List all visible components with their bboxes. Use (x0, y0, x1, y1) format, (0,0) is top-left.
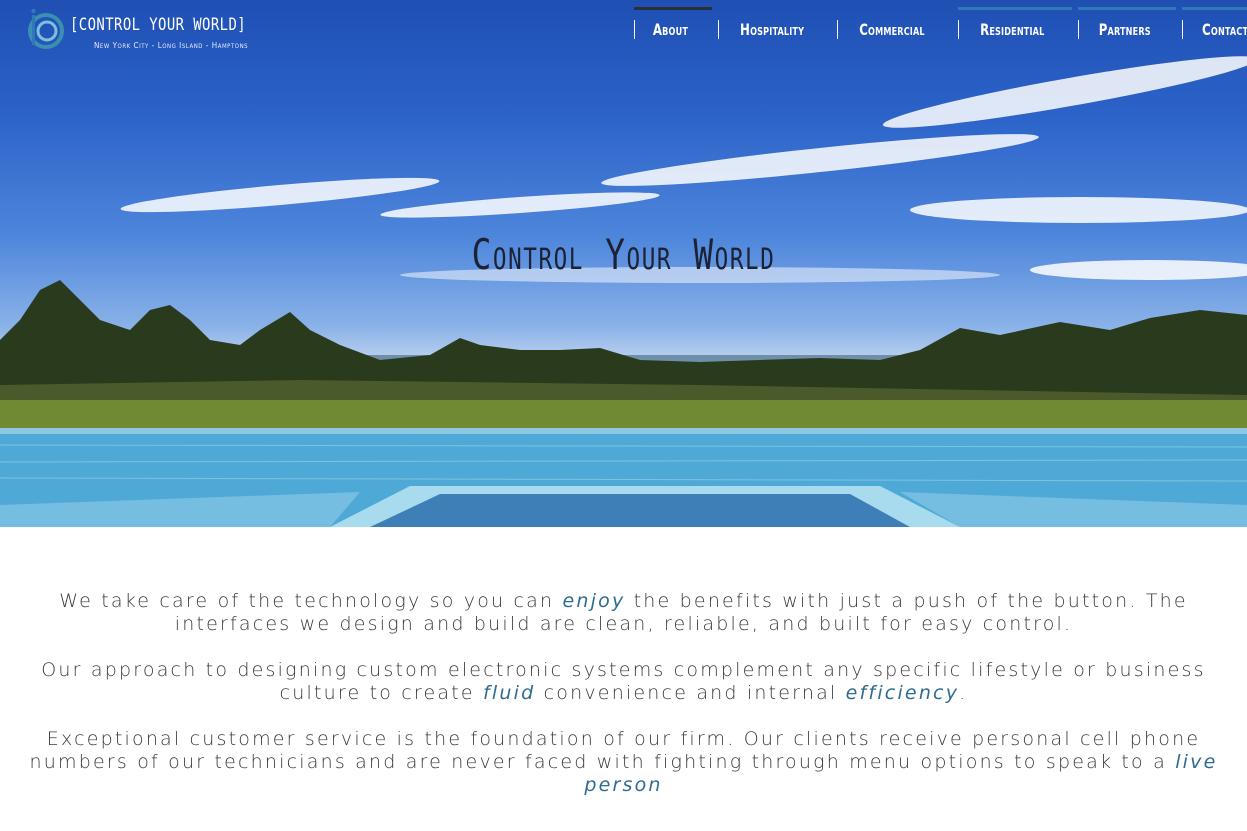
nav-item-residential[interactable]: Residential (952, 0, 1072, 52)
intro-text: . (959, 682, 968, 704)
nav-item-contact[interactable]: Contact (1176, 0, 1247, 52)
nav-label: Contact (1202, 19, 1247, 39)
nav-label: Hospitality (739, 19, 805, 39)
hero-banner: [CONTROL YOUR WORLD] New York City - Lon… (0, 0, 1247, 527)
nav-item-about[interactable]: About (628, 0, 712, 52)
intro-text: Exceptional customer service is the foun… (29, 728, 1201, 773)
nav-label: Commercial (859, 19, 925, 39)
nav-item-hospitality[interactable]: Hospitality (712, 0, 831, 52)
intro-paragraph-1: We take care of the technology so you ca… (0, 590, 1247, 636)
nav-highlight-bar (958, 7, 1072, 10)
nav-label: About (652, 19, 689, 39)
intro-text: We take care of the technology so you ca… (59, 590, 563, 612)
hero-title: Control Your World (471, 230, 776, 279)
brand-tagline: New York City - Long Island - Hamptons (94, 41, 249, 50)
intro-emphasis: fluid (483, 682, 536, 704)
nav-highlight-bar (1182, 7, 1247, 10)
intro-emphasis: enjoy (562, 590, 626, 612)
nav-highlight-bar (1077, 7, 1177, 10)
intro-emphasis: efficiency (845, 682, 960, 704)
site-logo[interactable]: [CONTROL YOUR WORLD] New York City - Lon… (26, 7, 256, 53)
brand-title: [CONTROL YOUR WORLD] (70, 15, 247, 35)
nav-item-commercial[interactable]: Commercial (831, 0, 952, 52)
nav-active-bar (634, 7, 712, 10)
nav-label: Residential (980, 19, 1045, 39)
icc-logo-icon (28, 8, 64, 49)
main-nav: About Hospitality Commercial Residential… (628, 0, 1247, 52)
intro-section: We take care of the technology so you ca… (0, 590, 1247, 820)
intro-paragraph-3: Exceptional customer service is the foun… (0, 728, 1247, 797)
nav-item-partners[interactable]: Partners (1072, 0, 1177, 52)
intro-paragraph-2: Our approach to designing custom electro… (0, 659, 1247, 705)
intro-text: convenience and internal (535, 682, 846, 704)
nav-label: Partners (1098, 19, 1151, 39)
